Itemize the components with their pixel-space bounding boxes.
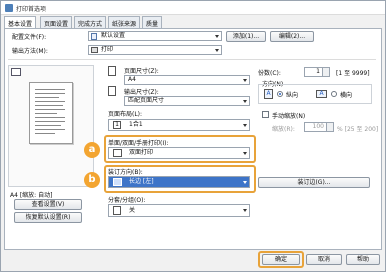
- output-size-dropdown[interactable]: 匹配页面尺寸: [124, 96, 250, 106]
- stepper-arrows-icon[interactable]: [326, 123, 333, 131]
- profile-dropdown[interactable]: 默认设置: [88, 31, 222, 41]
- chevron-down-icon: [243, 79, 247, 82]
- landscape-radio[interactable]: [331, 91, 337, 97]
- output-size-icon: [108, 86, 116, 96]
- ok-button[interactable]: 确定: [262, 254, 300, 265]
- portrait-radio[interactable]: [277, 91, 283, 97]
- chevron-down-icon: [243, 181, 247, 184]
- collate-value: 关: [129, 207, 136, 214]
- duplex-dropdown[interactable]: 双面打印: [108, 147, 250, 159]
- binding-label: 装订方向(B):: [108, 169, 143, 176]
- output-size-label: 输出尺寸(Z):: [124, 89, 159, 96]
- binding-dropdown[interactable]: 长边 [左]: [108, 176, 250, 188]
- chevron-down-icon: [215, 49, 219, 52]
- manual-scaling-checkbox[interactable]: [262, 111, 269, 118]
- page-size-dropdown[interactable]: A4: [124, 75, 250, 85]
- badge-b: b: [84, 172, 100, 188]
- restore-defaults-button[interactable]: 恢复默认设置(R): [14, 212, 82, 223]
- output-method-label: 输出方法(M):: [12, 48, 48, 55]
- binding-value: 长边 [左]: [129, 178, 154, 185]
- duplex-icon: [113, 149, 122, 157]
- printer-app-icon: [5, 4, 13, 12]
- manual-scaling-label: 手动缩放(N): [272, 113, 306, 120]
- output-method-value: 打印: [101, 46, 114, 53]
- cancel-button[interactable]: 取消: [306, 254, 342, 265]
- page-layout-value: 1合1: [129, 121, 143, 128]
- stepper-arrows-icon[interactable]: [322, 68, 329, 76]
- binding-icon: [113, 178, 122, 186]
- scaling-stepper[interactable]: 100: [304, 122, 334, 132]
- chevron-down-icon: [243, 209, 247, 212]
- binding-margin-button[interactable]: 装订边(G)...: [258, 177, 370, 188]
- scaling-range: % [25 至 200]: [337, 126, 379, 133]
- tab-paper-source[interactable]: 纸张来源: [108, 16, 141, 28]
- page-layout-dropdown[interactable]: 1 1合1: [108, 119, 250, 131]
- profile-icon: [91, 33, 97, 40]
- add-profile-button[interactable]: 添加(1)...: [226, 31, 266, 42]
- badge-a: a: [84, 142, 100, 158]
- scaling-label: 缩放(R):: [272, 126, 295, 133]
- output-size-value: 匹配页面尺寸: [128, 97, 165, 104]
- page-layout-icon: 1: [113, 121, 121, 129]
- portrait-label: 纵向: [286, 92, 299, 99]
- collate-dropdown[interactable]: 关: [108, 204, 250, 217]
- orientation-group: [258, 84, 372, 104]
- tab-finishing[interactable]: 完成方式: [74, 16, 107, 28]
- profile-label: 配置文件(F):: [12, 34, 47, 41]
- preview-mode-icon[interactable]: [11, 68, 21, 76]
- copies-range: [1 至 9999]: [336, 70, 370, 77]
- tab-quality[interactable]: 质量: [142, 16, 163, 28]
- page-size-value: A4: [128, 76, 136, 83]
- view-settings-button[interactable]: 查看设置(V): [14, 199, 82, 210]
- help-button[interactable]: 帮助: [346, 254, 380, 265]
- chevron-down-icon: [243, 100, 247, 103]
- window-title: 打印首选项: [16, 6, 47, 13]
- copies-stepper[interactable]: 1: [304, 67, 330, 77]
- copies-value: 1: [316, 68, 320, 75]
- duplex-value: 双面打印: [129, 149, 154, 156]
- preview-caption: A4 [缩放: 自动]: [10, 192, 53, 199]
- edit-profile-button[interactable]: 编辑(2)...: [270, 31, 314, 42]
- collate-label: 分套/分组(O):: [108, 197, 146, 204]
- output-method-dropdown[interactable]: 打印: [88, 45, 222, 55]
- portrait-icon: A: [264, 89, 273, 99]
- printer-icon: [91, 47, 98, 53]
- scaling-value: 100: [312, 123, 324, 130]
- page-preview: [8, 65, 94, 187]
- chevron-down-icon: [243, 152, 247, 155]
- landscape-label: 横向: [340, 92, 353, 99]
- preview-page-1: [29, 82, 73, 144]
- landscape-icon: A: [316, 90, 327, 98]
- divider: [8, 59, 376, 60]
- page-layout-label: 页面布局(L):: [108, 111, 143, 118]
- chevron-down-icon: [243, 124, 247, 127]
- duplex-label: 单面/双面/手册打印(I):: [108, 140, 169, 147]
- tab-page-setup[interactable]: 页面设置: [40, 16, 73, 28]
- copies-label: 份数(C):: [258, 70, 281, 77]
- page-size-icon: [108, 66, 116, 76]
- chevron-down-icon: [215, 35, 219, 38]
- profile-value: 默认设置: [101, 32, 126, 39]
- title-bar: 打印首选项: [1, 1, 385, 15]
- page-size-label: 页面尺寸(Z):: [124, 68, 159, 75]
- collate-icon: [113, 206, 121, 215]
